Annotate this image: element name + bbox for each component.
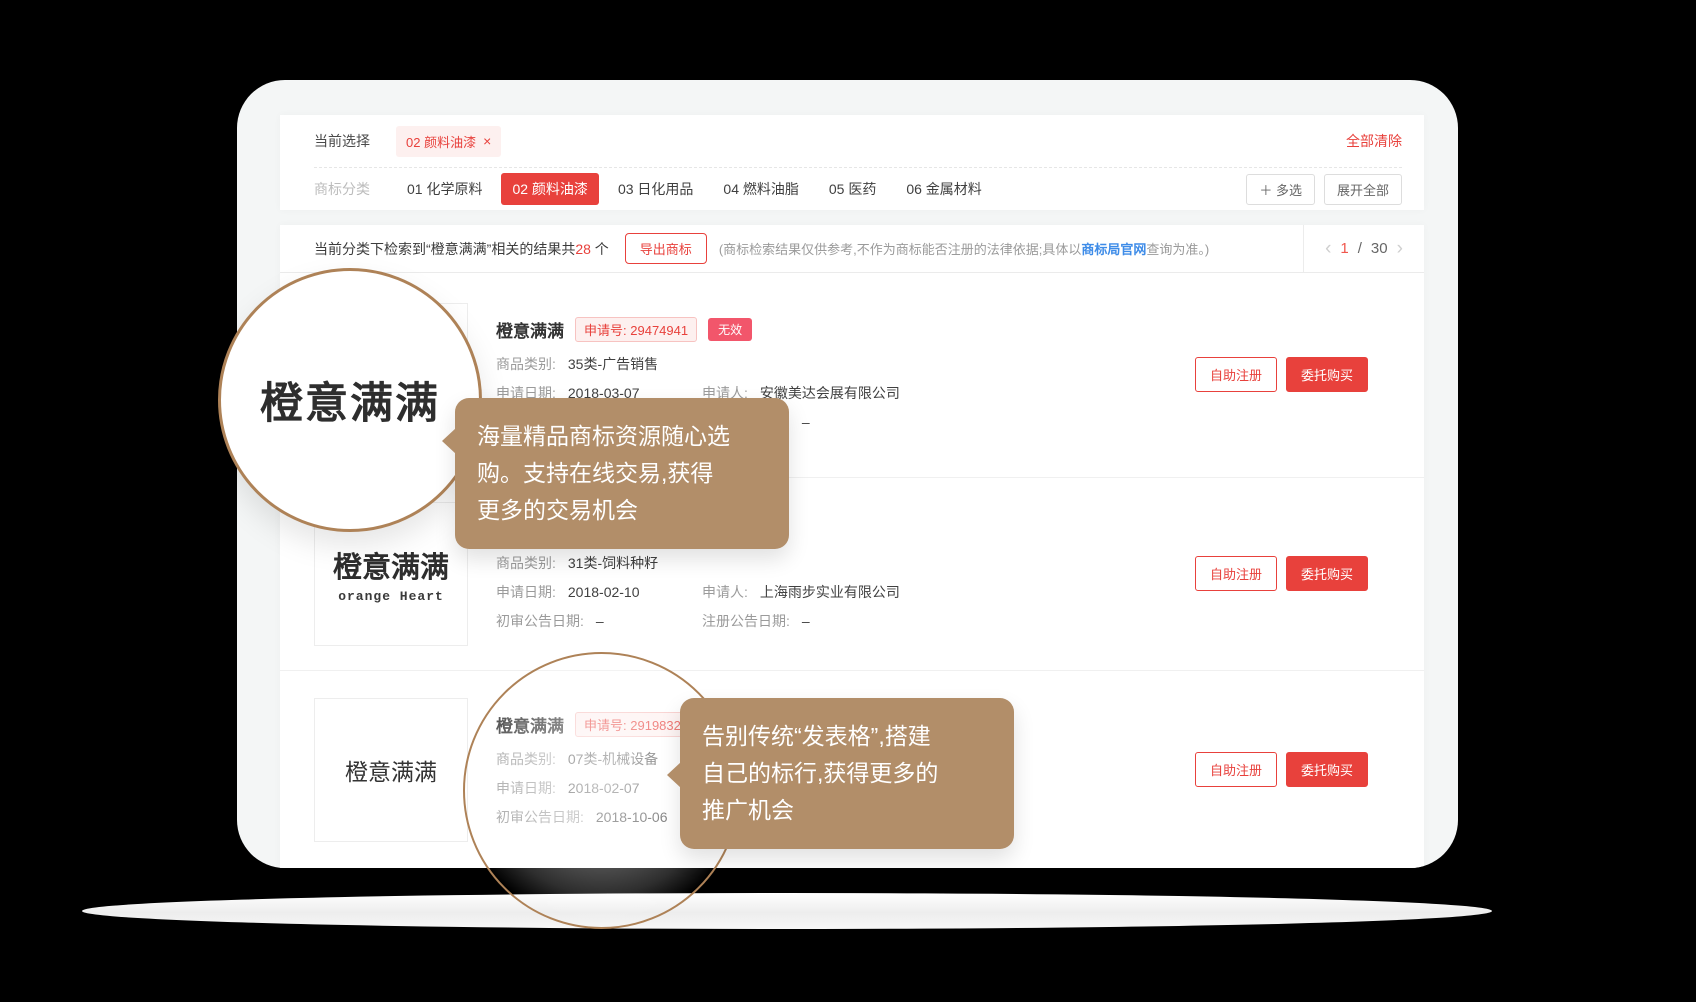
self-register-button[interactable]: 自助注册 [1195,556,1277,591]
results-count: 28 [575,241,591,257]
category-item-05[interactable]: 05 医药 [818,173,887,205]
self-register-button[interactable]: 自助注册 [1195,752,1277,787]
filter-panel: 当前选择 02 颜料油漆 × 全部清除 商标分类 01 化学原料 02 颜料油漆… [280,115,1424,210]
tooltip-line: 告别传统“发表格”,搭建 [702,718,992,755]
applicant-value: 上海雨步实业有限公司 [760,582,900,602]
category-label: 商品类别: [496,553,556,573]
next-page-icon[interactable]: › [1397,238,1403,260]
pagination: ‹ 1 / 30 › [1303,225,1424,272]
first-publication-label: 初审公告日期: [496,611,584,631]
trademark-image-text: 橙意满满 [345,753,437,787]
category-list: 01 化学原料 02 颜料油漆 03 日化用品 04 燃料油脂 05 医药 06… [396,173,993,205]
multi-select-button[interactable]: ＋ 多选 [1246,174,1315,205]
self-register-button[interactable]: 自助注册 [1195,357,1277,392]
laptop-base-shadow [82,893,1492,929]
results-header: 当前分类下检索到“橙意满满”相关的结果共28 个 导出商标 (商标检索结果仅供参… [280,225,1424,273]
disclaimer-note: (商标检索结果仅供参考,不作为商标能否注册的法律依据;具体以商标局官网查询为准。… [719,239,1209,258]
application-number-badge: 申请号: 29474941 [575,317,697,342]
selected-filter-tag[interactable]: 02 颜料油漆 × [396,126,501,157]
category-row: 商标分类 01 化学原料 02 颜料油漆 03 日化用品 04 燃料油脂 05 … [314,168,1402,210]
registration-publication-value: – [802,613,810,629]
page-separator: / [1358,240,1362,257]
category-actions: ＋ 多选 展开全部 [1246,174,1402,205]
tooltip-line: 更多的交易机会 [477,492,767,529]
trademark-name: 橙意满满 [496,317,564,342]
remove-tag-icon[interactable]: × [483,134,491,148]
tooltip-arrow-icon [667,762,681,788]
category-item-04[interactable]: 04 燃料油脂 [712,173,809,205]
apply-date-value: 2018-02-10 [568,584,640,600]
apply-date-label: 申请日期: [496,582,556,602]
category-item-02-selected[interactable]: 02 颜料油漆 [501,173,598,205]
total-pages: 30 [1371,240,1388,257]
registration-publication-value: – [802,414,810,430]
row-actions: 自助注册 委托购买 [1195,357,1368,392]
results-summary: 当前分类下检索到“橙意满满”相关的结果共28 个 [314,239,609,259]
current-selection-label: 当前选择 [314,131,370,151]
application-number-value: 29474941 [630,323,688,338]
magnifier-circle: 橙意满满 [218,268,482,532]
disclaimer-suffix: 查询为准。) [1146,242,1209,257]
first-publication-value: – [596,613,604,629]
application-number-label: 申请号: [584,323,627,338]
tooltip-marketplace: 海量精品商标资源随心选 购。支持在线交易,获得 更多的交易机会 [455,398,789,549]
category-item-06[interactable]: 06 金属材料 [895,173,992,205]
magnified-trademark-text: 橙意满满 [260,369,440,431]
category-value: 31类-饲料种籽 [568,553,658,573]
row-actions: 自助注册 委托购买 [1195,556,1368,591]
trademark-image-text: 橙意满满 [333,544,449,586]
tooltip-line: 购。支持在线交易,获得 [477,455,767,492]
status-badge: 无效 [708,318,752,341]
current-selection-row: 当前选择 02 颜料油漆 × 全部清除 [314,115,1402,168]
selected-filter-tag-label: 02 颜料油漆 [406,132,476,151]
clear-all-button[interactable]: 全部清除 [1346,131,1402,151]
entrust-purchase-button[interactable]: 委托购买 [1286,752,1368,787]
table-row: 橙意满满 orange Heart 橙意满满 申请号: 29482153 已注册… [280,477,1424,670]
trademark-office-link[interactable]: 商标局官网 [1081,242,1146,257]
trademark-image-subtext: orange Heart [338,589,444,604]
registration-publication-label: 注册公告日期: [702,611,790,631]
results-summary-prefix: 当前分类下检索到“橙意满满”相关的结果共 [314,241,575,257]
export-trademarks-button[interactable]: 导出商标 [625,233,707,264]
tooltip-line: 自己的标行,获得更多的 [702,755,992,792]
results-summary-suffix: 个 [591,241,609,257]
entrust-purchase-button[interactable]: 委托购买 [1286,556,1368,591]
category-label: 商品类别: [496,354,556,374]
applicant-label: 申请人: [702,582,748,602]
tooltip-promotion: 告别传统“发表格”,搭建 自己的标行,获得更多的 推广机会 [680,698,1014,849]
tooltip-line: 海量精品商标资源随心选 [477,418,767,455]
current-page: 1 [1340,240,1348,257]
category-item-01[interactable]: 01 化学原料 [396,173,493,205]
category-item-03[interactable]: 03 日化用品 [607,173,704,205]
prev-page-icon[interactable]: ‹ [1325,238,1331,260]
category-row-label: 商标分类 [314,179,370,199]
tooltip-arrow-icon [442,428,456,454]
disclaimer-prefix: (商标检索结果仅供参考,不作为商标能否注册的法律依据;具体以 [719,242,1082,257]
expand-all-button[interactable]: 展开全部 [1324,174,1402,205]
row-actions: 自助注册 委托购买 [1195,752,1368,787]
tooltip-line: 推广机会 [702,792,992,829]
trademark-image: 橙意满满 [314,698,468,842]
entrust-purchase-button[interactable]: 委托购买 [1286,357,1368,392]
category-value: 35类-广告销售 [568,354,658,374]
